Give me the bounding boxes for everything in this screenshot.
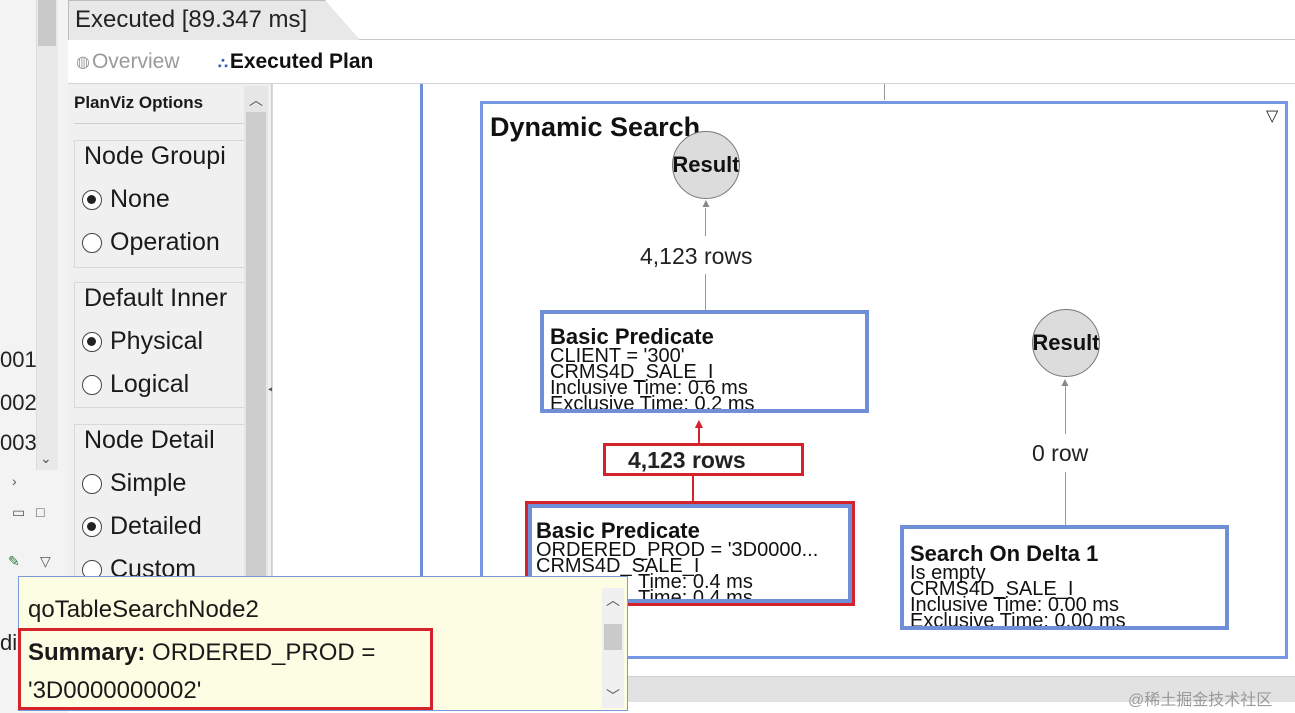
edge-line-highlighted bbox=[698, 428, 700, 443]
radio-selected-icon bbox=[82, 331, 102, 352]
radio-physical[interactable]: Physical bbox=[82, 327, 203, 356]
gutter-line-3: 003 bbox=[0, 430, 37, 455]
tab-executed-plan-label: Executed Plan bbox=[229, 50, 374, 73]
radio-logical[interactable]: Logical bbox=[82, 370, 189, 399]
scroll-down-icon[interactable]: ﹀ bbox=[606, 686, 620, 706]
radio-detailed-label: Detailed bbox=[110, 512, 202, 540]
radio-operation-label: Operation bbox=[110, 228, 220, 256]
dynamic-search-title: Dynamic Search bbox=[490, 112, 701, 142]
gutter-line-2: 002 bbox=[0, 390, 37, 415]
scroll-up-icon[interactable]: ︿ bbox=[249, 90, 263, 110]
node-line: Exclusive Time: 0.2 ms bbox=[550, 393, 755, 413]
divider bbox=[74, 123, 244, 124]
tab-overview-label: Overview bbox=[91, 50, 180, 73]
edge-label-right: 0 row bbox=[1032, 440, 1089, 466]
gutter-line-1: 001 bbox=[0, 347, 37, 372]
radio-logical-label: Logical bbox=[110, 370, 190, 398]
radio-unselected-icon bbox=[82, 473, 102, 494]
edge-label-top: 4,123 rows bbox=[640, 243, 753, 269]
radio-unselected-icon bbox=[82, 232, 102, 253]
edit-icon[interactable]: ✎ bbox=[8, 553, 20, 570]
options-scroll-thumb[interactable] bbox=[246, 112, 266, 582]
edge-line-highlighted bbox=[692, 476, 694, 503]
edge-line bbox=[705, 208, 706, 236]
radio-operation[interactable]: Operation bbox=[82, 228, 220, 257]
gutter-partial-text: di bbox=[0, 630, 18, 655]
tab-executed[interactable]: Executed [89.347 ms] bbox=[68, 0, 360, 40]
maximize-icon[interactable]: □ bbox=[36, 504, 44, 520]
chevron-down-icon[interactable]: ⌄ bbox=[40, 450, 52, 467]
radio-selected-icon bbox=[82, 516, 102, 537]
result-node-left-label: Result bbox=[672, 152, 740, 177]
plan-tree-icon: ⛬ bbox=[218, 53, 228, 70]
radio-none[interactable]: None bbox=[82, 185, 170, 214]
node-grouping-label: Node Groupi bbox=[84, 142, 226, 170]
scroll-up-icon[interactable]: ︿ bbox=[606, 590, 620, 610]
collapse-triangle-icon[interactable]: ▽ bbox=[1266, 106, 1278, 126]
edge-line bbox=[1065, 386, 1066, 434]
radio-none-label: None bbox=[110, 185, 170, 213]
radio-simple[interactable]: Simple bbox=[82, 469, 186, 498]
watermark: @稀土掘金技术社区 bbox=[1128, 692, 1273, 709]
radio-detailed[interactable]: Detailed bbox=[82, 512, 202, 541]
radio-selected-icon bbox=[82, 189, 102, 210]
default-inner-label: Default Inner bbox=[84, 284, 228, 312]
chevron-right-icon[interactable]: › bbox=[12, 473, 17, 489]
radio-unselected-icon bbox=[82, 374, 102, 395]
result-node-left[interactable]: Result bbox=[672, 131, 740, 199]
left-vertical-scrollbar[interactable] bbox=[36, 0, 58, 470]
tab-executed-plan[interactable]: ⛬ Executed Plan bbox=[218, 50, 373, 74]
divider bbox=[884, 84, 885, 100]
view-menu-icon[interactable]: ▽ bbox=[40, 553, 51, 570]
radio-physical-label: Physical bbox=[110, 327, 204, 355]
tooltip-summary: Summary: ORDERED_PROD = '3D0000000002' bbox=[28, 634, 428, 710]
edge-line bbox=[705, 274, 706, 310]
radio-simple-label: Simple bbox=[110, 469, 187, 497]
result-node-right-label: Result bbox=[1032, 330, 1100, 355]
search-on-delta-node[interactable]: Search On Delta 1 Is empty CRMS4D_SALE_I… bbox=[900, 525, 1229, 630]
options-title: PlanViz Options bbox=[74, 93, 204, 112]
tooltip-scroll-thumb[interactable] bbox=[604, 624, 622, 650]
left-scroll-thumb[interactable] bbox=[38, 0, 56, 46]
tab-executed-label: Executed [89.347 ms] bbox=[75, 6, 308, 33]
edge-label-mid: 4,123 rows bbox=[628, 447, 746, 473]
basic-predicate-node-upper[interactable]: Basic Predicate CLIENT = '300' CRMS4D_SA… bbox=[540, 310, 869, 413]
minimize-icon[interactable]: ▭ bbox=[12, 504, 25, 521]
node-detail-label: Node Detail bbox=[84, 426, 215, 454]
tab-overview[interactable]: ◍ Overview bbox=[76, 50, 180, 74]
globe-icon: ◍ bbox=[76, 54, 90, 71]
summary-label: Summary: bbox=[28, 639, 146, 666]
node-line: Exclusive Time: 0.00 ms bbox=[910, 610, 1126, 630]
tooltip-node-name: qoTableSearchNode2 bbox=[28, 596, 259, 623]
result-node-right[interactable]: Result bbox=[1032, 309, 1100, 377]
edge-line bbox=[1065, 472, 1066, 526]
